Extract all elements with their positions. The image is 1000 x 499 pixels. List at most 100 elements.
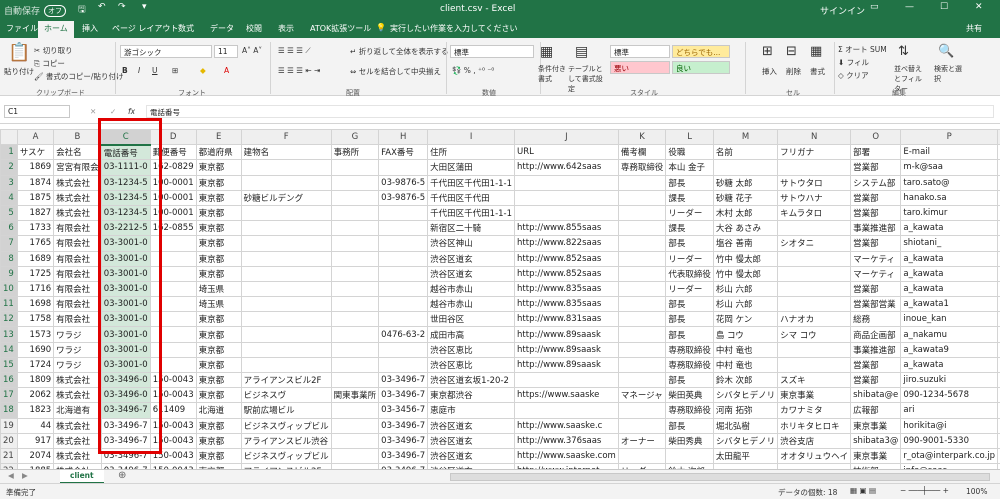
tab-page-layout[interactable]: ページ レイアウト (112, 23, 178, 34)
cell[interactable] (330, 447, 380, 465)
cell[interactable]: ワラジ (53, 341, 102, 358)
cell[interactable] (149, 235, 197, 252)
row-header[interactable]: 17 (0, 387, 18, 404)
cell[interactable]: 1874 (16, 174, 55, 191)
cell[interactable]: 1827 (16, 204, 55, 222)
row-header[interactable]: 7 (0, 235, 18, 252)
cell[interactable]: http://www.89saask (514, 326, 619, 343)
cell[interactable]: 東京都 (195, 341, 242, 358)
cell[interactable] (665, 447, 714, 465)
cell[interactable]: 渋谷区道玄 (427, 250, 516, 267)
cell[interactable]: FAX番号 (378, 144, 429, 161)
cell[interactable]: 03-9876-5 (378, 174, 429, 191)
cell[interactable] (378, 341, 429, 358)
cell[interactable] (378, 204, 429, 222)
cell[interactable]: キムラタロ (777, 204, 852, 222)
cell[interactable]: 東京都 (195, 204, 242, 222)
font-size-select[interactable]: 11 (214, 45, 238, 58)
italic-button[interactable]: I (138, 66, 140, 75)
cell[interactable]: オーナー (617, 432, 667, 449)
cell[interactable]: ホリキタヒロキ (777, 417, 852, 434)
cell[interactable] (378, 159, 429, 176)
cell[interactable]: 株式会社 (53, 174, 102, 191)
column-header-h[interactable]: H (378, 129, 429, 146)
cell[interactable]: マネージャ (617, 387, 667, 404)
cell[interactable]: 北海道 (195, 402, 242, 419)
select-all[interactable] (0, 129, 18, 146)
cell[interactable] (330, 220, 380, 237)
cell[interactable]: 備考欄 (617, 144, 667, 161)
cell[interactable]: 電話番号 (100, 144, 151, 161)
column-header-j[interactable]: J (514, 129, 619, 146)
column-header-l[interactable]: L (665, 129, 714, 146)
cell[interactable] (378, 235, 429, 252)
cell[interactable] (149, 250, 197, 267)
cell[interactable] (330, 204, 380, 222)
cell[interactable]: カワナミタ (777, 402, 852, 419)
sheet-tab-client[interactable]: client (60, 470, 104, 484)
cell[interactable] (149, 280, 197, 298)
cell[interactable]: 営業部 (850, 159, 902, 176)
cell[interactable]: 東京都 (195, 189, 242, 206)
cell[interactable] (330, 189, 380, 206)
cell[interactable] (240, 204, 332, 222)
cell[interactable]: リーダー (665, 250, 714, 267)
cell[interactable]: 03-3001-0 (100, 341, 151, 358)
cell[interactable]: ビジネスヴ (240, 387, 332, 404)
cell[interactable]: 有限会社 (53, 296, 102, 313)
cell[interactable]: 部長 (665, 311, 714, 328)
cell[interactable]: 有限会社 (53, 235, 102, 252)
cell[interactable] (617, 341, 667, 358)
cond-format-button[interactable]: 条件付き書式 (538, 64, 568, 84)
cell[interactable]: 部署 (850, 144, 902, 161)
cell[interactable]: 中村 竜也 (712, 356, 779, 374)
fx-button[interactable]: fx (128, 107, 135, 116)
close-icon[interactable]: ✕ (975, 2, 983, 12)
cell[interactable] (330, 356, 380, 374)
cell[interactable]: 東京事業 (777, 387, 852, 404)
cell[interactable]: 東京都 (195, 447, 242, 465)
cell[interactable]: 162-0855 (149, 220, 197, 237)
cell[interactable]: 03-3001-0 (100, 296, 151, 313)
maximize-icon[interactable]: ☐ (940, 2, 948, 12)
row-header[interactable]: 14 (0, 341, 18, 358)
cell[interactable] (330, 326, 380, 343)
cell[interactable]: 埼玉県 (195, 280, 242, 298)
cell[interactable]: ハナオカ (777, 311, 852, 328)
cell[interactable] (777, 296, 852, 313)
zoom-level[interactable]: 100% (966, 487, 987, 496)
cell[interactable]: 太田龍平 (712, 447, 779, 465)
cell[interactable] (514, 371, 619, 389)
cell[interactable]: http://www.855saas (514, 220, 619, 237)
cell[interactable]: 砂糖ビルデング (240, 189, 332, 206)
cell[interactable]: 砂糖 花子 (712, 189, 779, 206)
row-header[interactable]: 15 (0, 356, 18, 374)
cell[interactable]: shibata3@ (850, 432, 902, 449)
column-header-k[interactable]: K (617, 129, 667, 146)
cell[interactable]: http://www.852saas (514, 265, 619, 282)
cell[interactable] (330, 250, 380, 267)
ribbon-options-icon[interactable]: ▭ (870, 2, 879, 12)
cell[interactable]: 中村 竜也 (712, 341, 779, 358)
cell[interactable]: 150-0043 (149, 417, 197, 434)
column-header-o[interactable]: O (850, 129, 902, 146)
tab-atok[interactable]: ATOK拡張ツール (310, 23, 371, 34)
cell[interactable]: 役職 (665, 144, 714, 161)
cell[interactable] (712, 159, 779, 176)
cell[interactable] (617, 326, 667, 343)
cell[interactable]: シバタヒデノリ (712, 432, 779, 449)
row-header[interactable]: 13 (0, 326, 18, 343)
cell[interactable]: shiotani_ (900, 235, 999, 252)
format-cells-button[interactable]: 書式 (810, 66, 825, 77)
row-header[interactable]: 6 (0, 220, 18, 237)
share-button[interactable]: 共有 (966, 23, 982, 34)
row-header[interactable]: 3 (0, 174, 18, 191)
cell[interactable]: 150-0043 (149, 387, 197, 404)
cell[interactable]: 03-3496-7 (100, 417, 151, 434)
cell[interactable]: アライアンスビル2F (240, 371, 332, 389)
cell[interactable]: http://www.89saask (514, 356, 619, 374)
cell[interactable]: 専務取締役 (665, 341, 714, 358)
cell[interactable]: 部長 (665, 326, 714, 343)
column-header-e[interactable]: E (195, 129, 242, 146)
cell[interactable]: サトウタロ (777, 174, 852, 191)
